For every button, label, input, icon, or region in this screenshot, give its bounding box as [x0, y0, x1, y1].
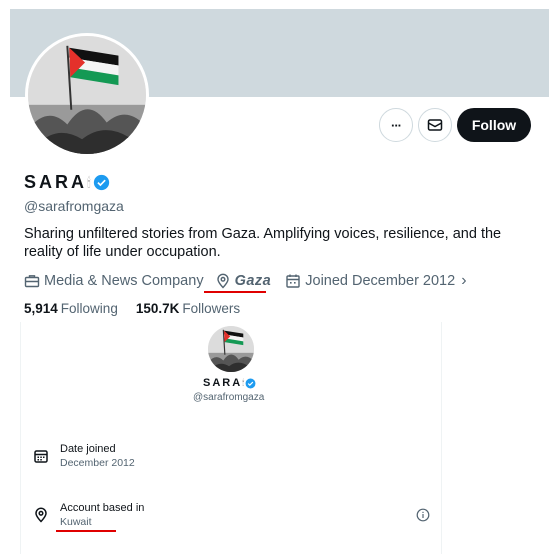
about-avatar: [208, 326, 254, 372]
location-text: Gaza: [234, 273, 272, 289]
about-avatar-image: [208, 326, 254, 372]
category-text: Media & News Company: [44, 273, 204, 289]
profile-meta-row: Media & News Company Gaza Joined Decembe…: [24, 272, 467, 290]
followers-link[interactable]: 150.7K Followers: [136, 301, 240, 316]
following-link[interactable]: 5,914 Following: [24, 301, 118, 316]
info-icon[interactable]: [416, 508, 430, 522]
joined-item: Joined December 2012 ›: [285, 272, 467, 290]
profile-avatar[interactable]: [25, 33, 149, 157]
display-name-row: SARA 🕯: [24, 172, 110, 193]
category-item: Media & News Company: [24, 273, 204, 289]
more-options-button[interactable]: ···: [379, 108, 413, 142]
about-display-name: SARA: [203, 377, 243, 389]
chevron-right-icon[interactable]: ›: [461, 272, 466, 290]
account-based-label: Account based in: [60, 502, 145, 514]
location-item: Gaza: [215, 273, 272, 289]
calendar-icon: [286, 274, 300, 288]
about-calendar-icon: [34, 450, 48, 463]
followers-label: Followers: [182, 301, 241, 316]
candle-emoji: 🕯: [87, 174, 91, 190]
location-highlight-underline: [204, 291, 266, 293]
display-name: SARA: [24, 172, 88, 192]
avatar-image: [28, 36, 146, 154]
follow-stats: 5,914 Following 150.7K Followers: [24, 301, 240, 316]
follow-button[interactable]: Follow: [457, 108, 531, 142]
profile-handle: @sarafromgaza: [24, 198, 124, 214]
message-icon: [427, 119, 443, 131]
location-pin-icon: [216, 273, 229, 289]
date-joined-label: Date joined: [60, 443, 116, 455]
followers-count: 150.7K: [135, 301, 180, 316]
about-name-row: SARA 🕯: [203, 377, 256, 389]
message-button[interactable]: [418, 108, 452, 142]
profile-bio: Sharing unfiltered stories from Gaza. Am…: [24, 226, 502, 260]
country-highlight-underline: [56, 530, 116, 532]
briefcase-icon: [24, 275, 40, 288]
following-count: 5,914: [24, 301, 58, 316]
joined-text: Joined December 2012: [305, 273, 456, 289]
following-label: Following: [60, 301, 118, 316]
verified-badge-icon[interactable]: [93, 174, 110, 191]
about-verified-badge-icon: [246, 378, 256, 388]
more-icon: ···: [391, 117, 402, 133]
about-location-pin-icon: [35, 507, 47, 523]
about-handle: @sarafromgaza: [193, 392, 265, 403]
about-candle-emoji: 🕯: [242, 378, 245, 387]
date-joined-value: December 2012: [60, 457, 135, 469]
account-based-value: Kuwait: [60, 516, 92, 528]
